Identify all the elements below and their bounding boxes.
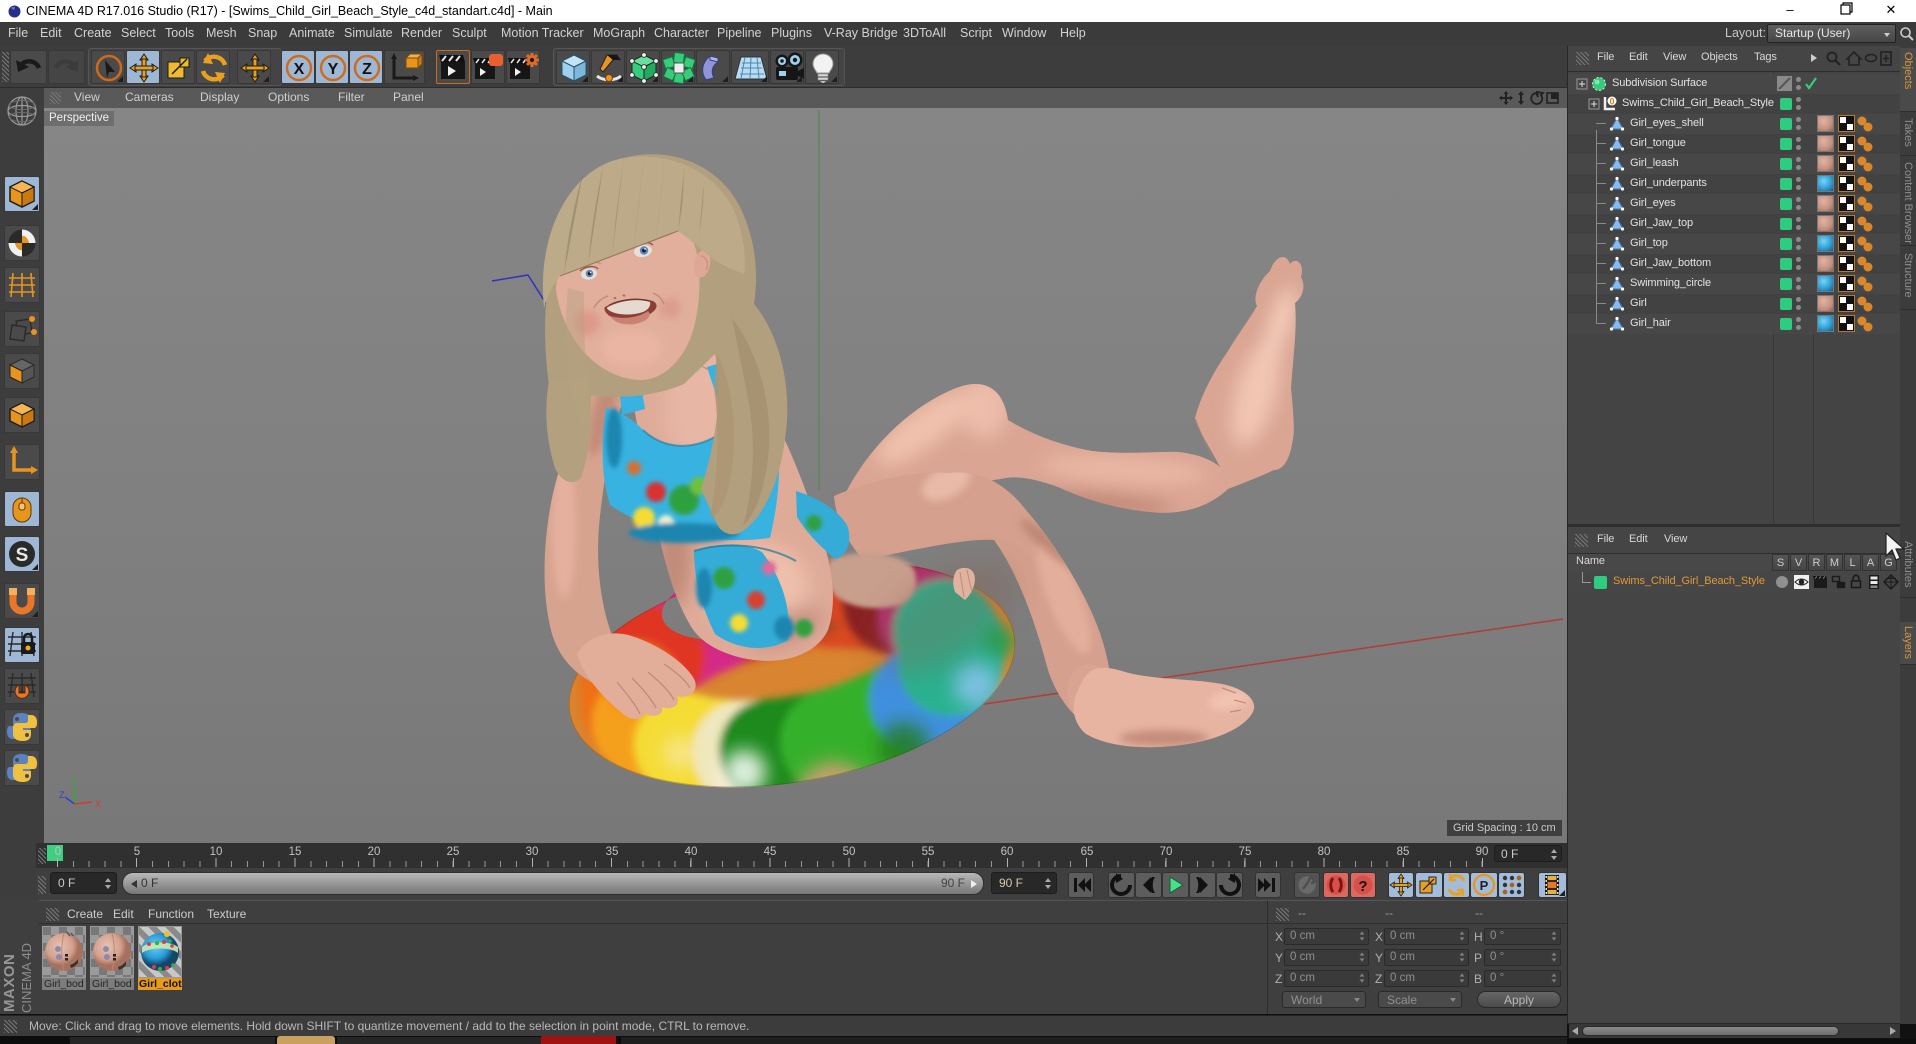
svg-text:0: 0 (55, 846, 61, 858)
svg-text:10: 10 (210, 846, 223, 858)
svg-text:5: 5 (134, 846, 140, 858)
svg-text:90: 90 (1476, 846, 1489, 858)
svg-text:45: 45 (764, 846, 777, 858)
svg-text:Z: Z (59, 790, 65, 800)
svg-text:40: 40 (685, 846, 698, 858)
svg-text:20: 20 (368, 846, 381, 858)
svg-text:Y: Y (71, 776, 77, 786)
svg-text:?: ? (1358, 878, 1367, 895)
svg-text:15: 15 (289, 846, 302, 858)
svg-text:Z: Z (362, 61, 372, 78)
svg-text:X: X (95, 799, 101, 809)
svg-text:50: 50 (843, 846, 856, 858)
svg-text:65: 65 (1081, 846, 1094, 858)
svg-text:85: 85 (1397, 846, 1410, 858)
svg-text:70: 70 (1160, 846, 1173, 858)
svg-text:Y: Y (328, 61, 339, 78)
svg-text:S: S (16, 545, 29, 566)
svg-text:30: 30 (526, 846, 539, 858)
svg-text:55: 55 (922, 846, 935, 858)
svg-text:X: X (294, 61, 305, 78)
svg-text:35: 35 (606, 846, 619, 858)
svg-text:75: 75 (1239, 846, 1252, 858)
svg-text:60: 60 (1001, 846, 1014, 858)
svg-text:80: 80 (1318, 846, 1331, 858)
svg-text:P: P (1480, 878, 1489, 893)
svg-text:0: 0 (1609, 97, 1614, 107)
svg-text:25: 25 (447, 846, 460, 858)
